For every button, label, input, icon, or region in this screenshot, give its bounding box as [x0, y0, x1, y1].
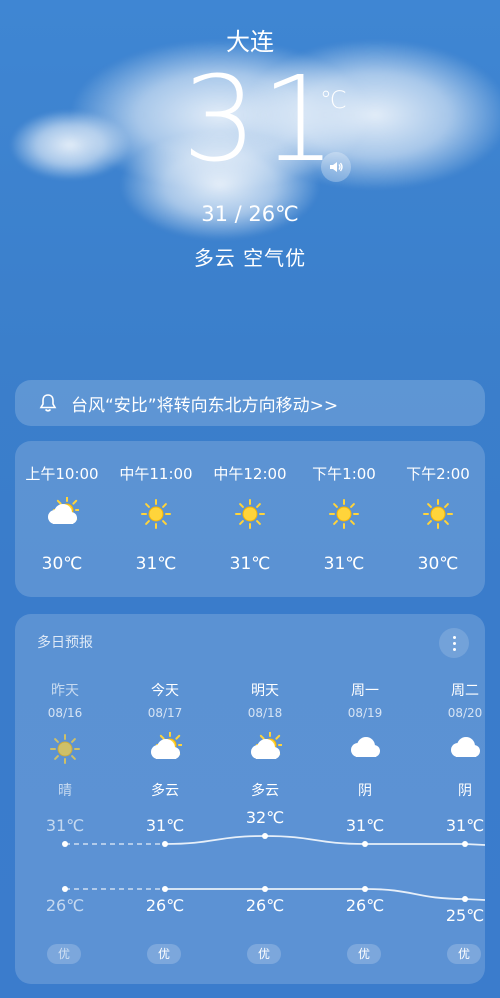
trend-point	[162, 841, 168, 847]
trend-point	[262, 833, 268, 839]
current-temperature: 31	[182, 50, 341, 188]
speaker-icon[interactable]	[321, 152, 351, 182]
day-low-temperature: 26℃	[245, 896, 285, 915]
hourly-forecast-card[interactable]: 上午10:00 30℃ 中午11:00 31℃ 中午12:00 31℃ 下午1:00 …	[15, 441, 485, 597]
day-weather: 阴	[358, 783, 372, 799]
day-low-temperature: 25℃	[445, 906, 485, 925]
trend-point	[62, 886, 68, 892]
high-low-temperature: 31 / 26℃	[201, 202, 299, 226]
sun-icon	[233, 497, 267, 531]
background-cloud	[10, 110, 130, 180]
partly-cloudy-icon	[45, 496, 81, 531]
hour-time: 下午1:00	[312, 465, 376, 483]
day-high-temperature: 32℃	[245, 808, 285, 827]
air-quality-badge: 优	[247, 944, 281, 964]
hour-temperature: 31℃	[229, 554, 271, 574]
air-quality-badge: 优	[147, 944, 181, 964]
day-name: 周二	[451, 683, 479, 699]
trend-point	[362, 841, 368, 847]
day-weather: 晴	[58, 783, 72, 799]
air-quality-badge: 优	[47, 944, 81, 964]
day-high-temperature: 31℃	[445, 816, 485, 835]
hour-temperature: 30℃	[41, 554, 83, 574]
trend-point	[462, 896, 468, 902]
partly-cloudy-icon	[148, 731, 184, 766]
day-weather: 多云	[151, 783, 179, 799]
hour-time: 中午12:00	[213, 465, 287, 483]
partly-cloudy-icon	[248, 731, 284, 766]
hour-temperature: 30℃	[417, 554, 459, 574]
air-quality-badge: 优	[447, 944, 481, 964]
trend-point	[262, 886, 268, 892]
day-high-temperature: 31℃	[345, 816, 385, 835]
bell-icon	[39, 394, 57, 412]
day-name: 昨天	[51, 683, 79, 699]
day-low-temperature: 26℃	[45, 896, 85, 915]
typhoon-alert-banner[interactable]: 台风“安比”将转向东北方向移动>>	[15, 380, 485, 426]
hour-temperature: 31℃	[323, 554, 365, 574]
hour-time: 上午10:00	[25, 465, 99, 483]
hour-time: 下午2:00	[406, 465, 470, 483]
trend-point	[362, 886, 368, 892]
trend-point	[162, 886, 168, 892]
temperature-unit: ℃	[320, 86, 347, 114]
day-date: 08/16	[47, 706, 83, 720]
alert-text: 台风“安比”将转向东北方向移动>>	[71, 395, 339, 416]
trend-point	[462, 841, 468, 847]
sun-icon	[421, 497, 455, 531]
day-low-temperature: 26℃	[345, 896, 385, 915]
hour-temperature: 31℃	[135, 554, 177, 574]
day-high-temperature: 31℃	[145, 816, 185, 835]
hour-time: 中午11:00	[119, 465, 193, 483]
day-name: 今天	[151, 683, 179, 699]
trend-line	[164, 835, 485, 846]
day-weather: 阴	[458, 783, 472, 799]
air-quality-badge: 优	[347, 944, 381, 964]
day-date: 08/18	[247, 706, 283, 720]
day-high-temperature: 31℃	[45, 816, 85, 835]
trend-point	[62, 841, 68, 847]
day-date: 08/20	[447, 706, 483, 720]
sun-icon	[139, 497, 173, 531]
day-name: 周一	[351, 683, 379, 699]
day-weather: 多云	[251, 783, 279, 799]
cloudy-icon	[448, 732, 482, 766]
cloudy-icon	[348, 732, 382, 766]
day-name: 明天	[251, 683, 279, 699]
daily-forecast-card[interactable]: 多日预报 昨天 08/16 晴 31℃ 26℃ 优今天 08/17 多云 31℃…	[15, 614, 485, 984]
weather-condition: 多云 空气优	[193, 246, 307, 270]
sun-icon	[327, 497, 361, 531]
day-date: 08/17	[147, 706, 183, 720]
day-date: 08/19	[347, 706, 383, 720]
sun-icon	[48, 732, 82, 766]
day-low-temperature: 26℃	[145, 896, 185, 915]
